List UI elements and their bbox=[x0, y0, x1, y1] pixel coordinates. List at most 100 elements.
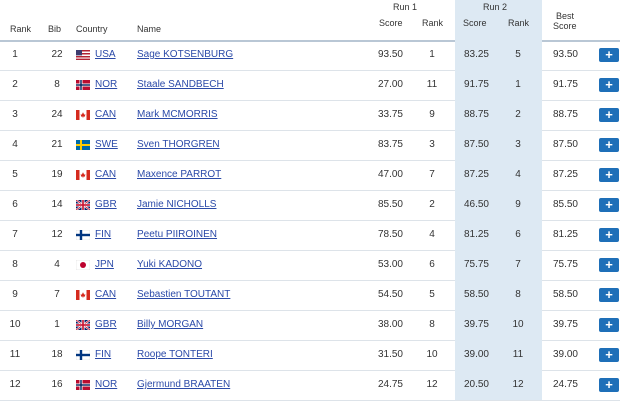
swe-flag-icon bbox=[76, 140, 90, 150]
run1-score-cell: 53.00 bbox=[377, 259, 403, 270]
expand-plus-button[interactable]: + bbox=[599, 318, 619, 332]
rank-cell: 4 bbox=[12, 139, 18, 150]
run2-score-cell: 91.75 bbox=[463, 79, 489, 90]
athlete-name-link[interactable]: Sebastien TOUTANT bbox=[137, 280, 230, 310]
rank-cell: 10 bbox=[9, 319, 21, 330]
bib-cell: 18 bbox=[51, 349, 63, 360]
bib-cell: 19 bbox=[51, 169, 63, 180]
table-header: Rank Bib Country Name Run 1 Run 2 Score … bbox=[0, 0, 620, 42]
run2-rank-cell: 11 bbox=[512, 349, 524, 360]
can-flag-icon bbox=[76, 110, 90, 120]
run2-rank-cell: 3 bbox=[515, 139, 521, 150]
bib-cell: 16 bbox=[51, 379, 63, 390]
run2-rank-cell: 5 bbox=[515, 49, 521, 60]
run2-score-cell: 39.75 bbox=[463, 319, 489, 330]
header-country: Country bbox=[76, 24, 108, 34]
athlete-name-link[interactable]: Jamie NICHOLLS bbox=[137, 190, 216, 220]
best-score-cell: 93.50 bbox=[552, 49, 578, 60]
expand-plus-button[interactable]: + bbox=[599, 348, 619, 362]
athlete-name-link[interactable]: Staale SANDBECH bbox=[137, 70, 224, 100]
run2-score-cell: 83.25 bbox=[463, 49, 489, 60]
athlete-name-link[interactable]: Sage KOTSENBURG bbox=[137, 40, 233, 70]
nor-flag-icon bbox=[76, 380, 90, 390]
country-link[interactable]: NOR bbox=[95, 70, 117, 100]
bib-cell: 1 bbox=[54, 319, 60, 330]
bib-cell: 14 bbox=[51, 199, 63, 210]
expand-plus-button[interactable]: + bbox=[599, 228, 619, 242]
run1-rank-cell: 1 bbox=[429, 49, 435, 60]
table-row: 5 19 47.00 7 87.25 4 87.25 CAN Maxence PARROT + bbox=[0, 160, 620, 191]
usa-flag-icon bbox=[76, 50, 90, 60]
best-score-cell: 75.75 bbox=[552, 259, 578, 270]
athlete-name-link[interactable]: Yuki KADONO bbox=[137, 250, 202, 280]
expand-plus-button[interactable]: + bbox=[599, 108, 619, 122]
athlete-name-link[interactable]: Billy MORGAN bbox=[137, 310, 203, 340]
expand-plus-button[interactable]: + bbox=[599, 378, 619, 392]
expand-plus-button[interactable]: + bbox=[599, 48, 619, 62]
rank-cell: 12 bbox=[9, 379, 21, 390]
athlete-name-link[interactable]: Peetu PIIROINEN bbox=[137, 220, 217, 250]
run1-score-cell: 78.50 bbox=[377, 229, 403, 240]
header-rank: Rank bbox=[10, 24, 32, 34]
athlete-name-link[interactable]: Roope TONTERI bbox=[137, 340, 213, 370]
run1-rank-cell: 2 bbox=[429, 199, 435, 210]
rank-cell: 8 bbox=[12, 259, 18, 270]
country-link[interactable]: GBR bbox=[95, 190, 117, 220]
run1-rank-cell: 10 bbox=[426, 349, 438, 360]
expand-plus-button[interactable]: + bbox=[599, 288, 619, 302]
results-table: Rank Bib Country Name Run 1 Run 2 Score … bbox=[0, 0, 620, 402]
rank-cell: 2 bbox=[12, 79, 18, 90]
rank-cell: 3 bbox=[12, 109, 18, 120]
header-name: Name bbox=[137, 24, 162, 34]
country-link[interactable]: USA bbox=[95, 40, 116, 70]
athlete-name-link[interactable]: Maxence PARROT bbox=[137, 160, 221, 190]
run1-rank-cell: 11 bbox=[426, 79, 438, 90]
expand-plus-button[interactable]: + bbox=[599, 78, 619, 92]
run2-score-cell: 39.00 bbox=[463, 349, 489, 360]
run2-rank-cell: 12 bbox=[512, 379, 524, 390]
athlete-name-link[interactable]: Gjermund BRAATEN bbox=[137, 370, 230, 400]
bib-cell: 7 bbox=[54, 289, 60, 300]
bib-cell: 22 bbox=[51, 49, 63, 60]
run1-score-cell: 31.50 bbox=[377, 349, 403, 360]
jpn-flag-icon bbox=[76, 260, 90, 270]
gbr-flag-icon bbox=[76, 320, 90, 330]
country-link[interactable]: GBR bbox=[95, 310, 117, 340]
table-row: 11 18 31.50 10 39.00 11 39.00 FIN Roope TONTERI + bbox=[0, 340, 620, 371]
country-link[interactable]: JPN bbox=[95, 250, 114, 280]
expand-plus-button[interactable]: + bbox=[599, 168, 619, 182]
expand-plus-button[interactable]: + bbox=[599, 258, 619, 272]
header-run1-score: Score bbox=[379, 18, 403, 28]
run1-score-cell: 33.75 bbox=[377, 109, 403, 120]
run2-score-cell: 87.25 bbox=[463, 169, 489, 180]
header-run1-rank: Rank bbox=[422, 18, 444, 28]
can-flag-icon bbox=[76, 290, 90, 300]
country-link[interactable]: CAN bbox=[95, 100, 116, 130]
country-link[interactable]: NOR bbox=[95, 370, 117, 400]
run1-score-cell: 93.50 bbox=[377, 49, 403, 60]
header-run2: Run 2 bbox=[482, 2, 508, 12]
country-link[interactable]: FIN bbox=[95, 220, 111, 250]
athlete-name-link[interactable]: Sven THORGREN bbox=[137, 130, 220, 160]
country-link[interactable]: CAN bbox=[95, 160, 116, 190]
athlete-name-link[interactable]: Mark MCMORRIS bbox=[137, 100, 218, 130]
rank-cell: 11 bbox=[9, 349, 21, 360]
rank-cell: 5 bbox=[12, 169, 18, 180]
expand-plus-button[interactable]: + bbox=[599, 138, 619, 152]
country-link[interactable]: CAN bbox=[95, 280, 116, 310]
expand-plus-button[interactable]: + bbox=[599, 198, 619, 212]
run1-score-cell: 27.00 bbox=[377, 79, 403, 90]
run2-rank-cell: 8 bbox=[515, 289, 521, 300]
table-row: 6 14 85.50 2 46.50 9 85.50 GBR Jamie NICHOLLS + bbox=[0, 190, 620, 221]
bib-cell: 24 bbox=[51, 109, 63, 120]
run1-score-cell: 47.00 bbox=[377, 169, 403, 180]
table-row: 8 4 53.00 6 75.75 7 75.75 JPN Yuki KADONO + bbox=[0, 250, 620, 281]
table-row: 1 22 93.50 1 83.25 5 93.50 USA Sage KOTSENBURG + bbox=[0, 40, 620, 71]
bib-cell: 8 bbox=[54, 79, 60, 90]
country-link[interactable]: SWE bbox=[95, 130, 118, 160]
run2-rank-cell: 9 bbox=[515, 199, 521, 210]
table-row: 2 8 27.00 11 91.75 1 91.75 NOR Staale SANDBECH + bbox=[0, 70, 620, 101]
table-row: 7 12 78.50 4 81.25 6 81.25 FIN Peetu PIIROINEN + bbox=[0, 220, 620, 251]
country-link[interactable]: FIN bbox=[95, 340, 111, 370]
run2-score-cell: 87.50 bbox=[463, 139, 489, 150]
